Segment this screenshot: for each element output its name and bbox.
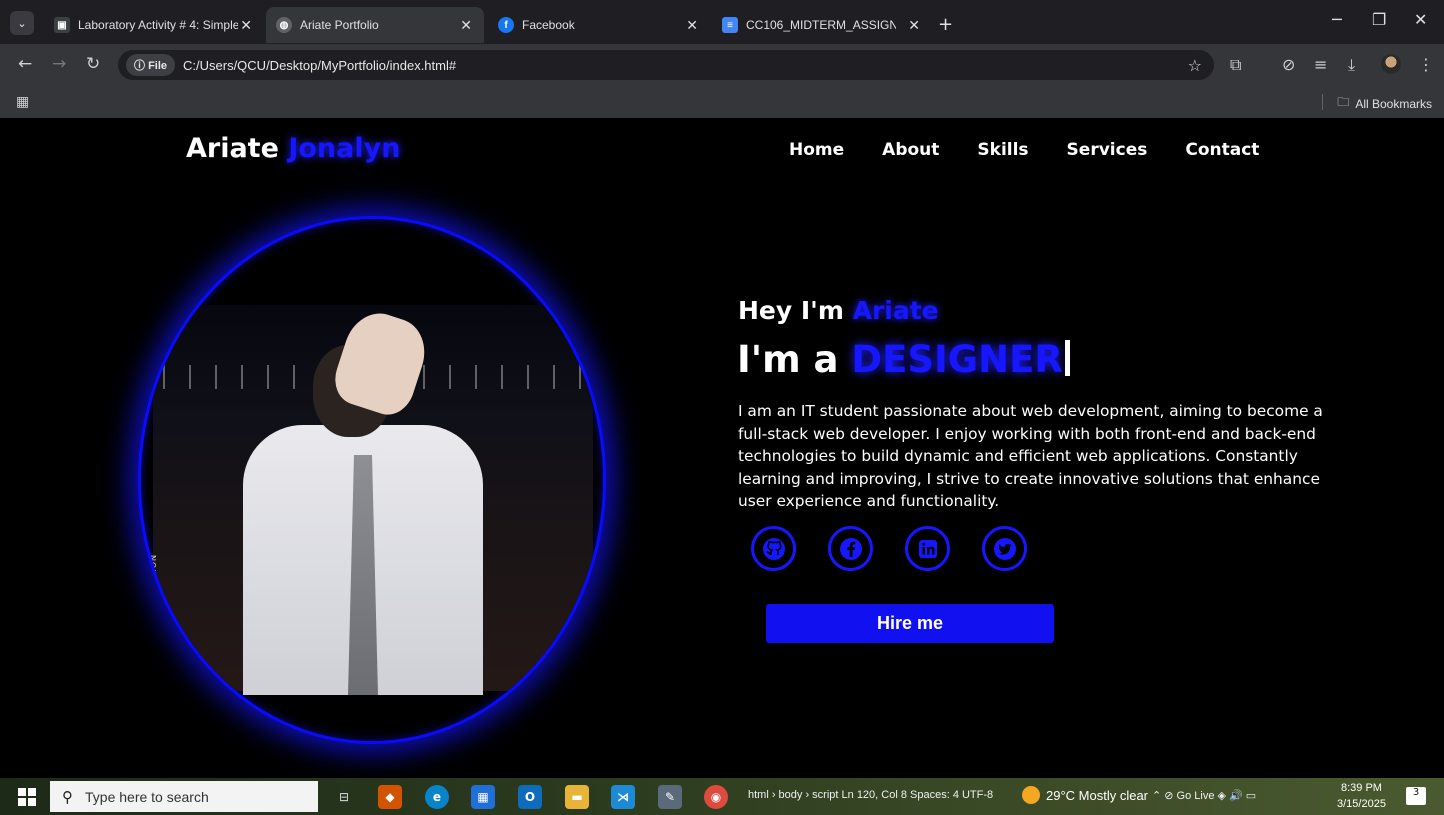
reload-icon[interactable]: ↻ [86, 54, 100, 74]
bookmark-star-icon[interactable]: ☆ [1188, 56, 1202, 75]
menu-icon[interactable]: ⋮ [1418, 55, 1434, 74]
linkedin-icon [918, 539, 937, 558]
main-nav: Home About Skills Services Contact [789, 140, 1259, 160]
facebook-icon [839, 537, 862, 560]
github-icon [762, 537, 785, 560]
nav-services[interactable]: Services [1067, 140, 1148, 160]
windows-start-icon[interactable] [18, 788, 36, 806]
file-explorer-icon[interactable]: ▬ [565, 785, 589, 809]
extensions-icon[interactable]: ⧉ [1230, 55, 1241, 75]
profile-photo-frame: NOIT [138, 216, 606, 744]
reading-list-icon[interactable]: ≡ [1314, 55, 1327, 74]
edge-icon[interactable]: e [425, 785, 449, 809]
nav-about[interactable]: About [882, 140, 939, 160]
tab-laboratory-activity[interactable]: ▣ Laboratory Activity # 4: Simple ✕ [44, 7, 264, 43]
download-icon[interactable]: ⤓ [1348, 55, 1355, 75]
all-bookmarks-button[interactable]: 🗀 All Bookmarks [1337, 93, 1432, 114]
chrome-icon[interactable]: ◉ [704, 785, 728, 809]
performance-icon[interactable]: ⊘ [1282, 55, 1295, 74]
close-icon[interactable]: ✕ [686, 17, 698, 34]
windows-taskbar: ⚲ Type here to search ⊟ ◆ e ▦ O ▬ ⋊ ✎ ◉ … [0, 778, 1444, 815]
portfolio-page: Ariate Jonalyn Home About Skills Service… [6, 118, 1444, 778]
tab-cc106-midterm[interactable]: ≡ CC106_MIDTERM_ASSIGNMENT ✕ [712, 7, 932, 43]
close-window-icon[interactable]: ✕ [1414, 10, 1427, 29]
new-tab-button[interactable]: + [938, 14, 953, 35]
tab-ariate-portfolio[interactable]: ◍ Ariate Portfolio ✕ [266, 7, 484, 43]
classroom-icon: ▣ [54, 17, 70, 33]
copilot-icon[interactable]: ◆ [378, 785, 402, 809]
close-icon[interactable]: ✕ [240, 17, 252, 34]
photo-side-text: NOIT [148, 555, 157, 579]
store-icon[interactable]: ▦ [471, 785, 495, 809]
linkedin-link[interactable] [905, 526, 950, 571]
apps-grid-icon[interactable]: ▦ [16, 94, 29, 110]
notifications-icon[interactable]: 3 [1406, 787, 1426, 805]
weather-widget[interactable]: 29°C Mostly clear [1022, 786, 1148, 804]
back-icon[interactable]: ← [18, 54, 32, 74]
task-view-icon[interactable]: ⊟ [332, 785, 356, 809]
divider [1322, 94, 1323, 110]
editor-status-text: html › body › script Ln 120, Col 8 Space… [748, 789, 994, 801]
tab-facebook[interactable]: f Facebook ✕ [488, 7, 710, 43]
url-text[interactable]: C:/Users/QCU/Desktop/MyPortfolio/index.h… [183, 58, 456, 73]
github-link[interactable] [751, 526, 796, 571]
vscode-icon[interactable]: ⋊ [611, 785, 635, 809]
profile-avatar[interactable] [1381, 54, 1401, 74]
forward-icon[interactable]: → [52, 54, 66, 74]
hero-role: I'm a DESIGNER [737, 338, 1070, 381]
docs-icon: ≡ [722, 17, 738, 33]
address-bar[interactable]: ⓘ File C:/Users/QCU/Desktop/MyPortfolio/… [118, 50, 1214, 80]
hero-bio: I am an IT student passionate about web … [738, 402, 1323, 510]
search-icon: ⚲ [62, 787, 73, 806]
tab-search-button[interactable]: ⌄ [10, 11, 34, 35]
browser-toolbar: ← → ↻ ⓘ File C:/Users/QCU/Desktop/MyPort… [0, 44, 1444, 86]
bookmarks-bar: ▦ 🗀 All Bookmarks [0, 86, 1444, 118]
profile-photo: NOIT [148, 304, 593, 695]
nav-skills[interactable]: Skills [977, 140, 1028, 160]
taskbar-search[interactable]: ⚲ Type here to search [50, 781, 318, 812]
weather-sun-icon [1022, 786, 1040, 804]
restore-icon[interactable]: ❐ [1372, 10, 1386, 29]
notes-icon[interactable]: ✎ [658, 785, 682, 809]
typing-caret [1064, 340, 1070, 376]
twitter-icon [993, 537, 1016, 560]
facebook-icon: f [498, 17, 514, 33]
system-tray[interactable]: ⌃ ⊘ Go Live ◈ 🔊 ▭ [1152, 789, 1256, 802]
hire-me-button[interactable]: Hire me [766, 604, 1054, 643]
twitter-link[interactable] [982, 526, 1027, 571]
outlook-icon[interactable]: O [518, 785, 542, 809]
nav-home[interactable]: Home [789, 140, 844, 160]
minimize-icon[interactable]: ─ [1332, 10, 1342, 29]
globe-icon: ◍ [276, 17, 292, 33]
close-icon[interactable]: ✕ [908, 17, 920, 34]
site-logo[interactable]: Ariate Jonalyn [186, 133, 400, 164]
close-icon[interactable]: ✕ [460, 17, 472, 34]
site-info-chip[interactable]: ⓘ File [126, 54, 176, 76]
nav-contact[interactable]: Contact [1185, 140, 1259, 160]
folder-icon: 🗀 [1337, 95, 1350, 109]
taskbar-clock[interactable]: 8:39 PM 3/15/2025 [1337, 780, 1386, 812]
social-links [751, 526, 1027, 571]
tab-strip: ⌄ ▣ Laboratory Activity # 4: Simple ✕ ◍ … [0, 0, 1444, 44]
facebook-link[interactable] [828, 526, 873, 571]
hero-greeting: Hey I'm Ariate [738, 296, 939, 325]
